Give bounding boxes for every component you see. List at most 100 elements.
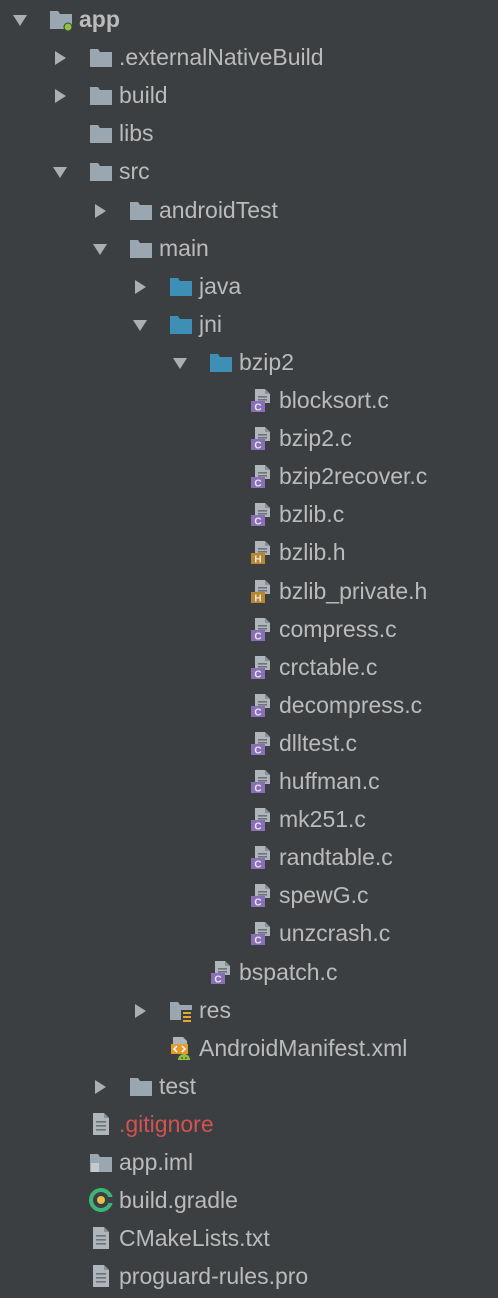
tree-row-bzip2-c[interactable]: Cbzip2.c xyxy=(0,419,498,457)
tree-row-huffman-c[interactable]: Chuffman.c xyxy=(0,762,498,800)
expand-arrow-right-icon[interactable] xyxy=(52,88,68,104)
c-file-icon: C xyxy=(248,844,274,870)
tree-row-unzcrash-c[interactable]: Cunzcrash.c xyxy=(0,914,498,952)
svg-text:C: C xyxy=(254,898,261,909)
tree-row-cmakelists[interactable]: CMakeLists.txt xyxy=(0,1219,498,1257)
tree-row-decompress-c[interactable]: Cdecompress.c xyxy=(0,686,498,724)
c-file-icon: C xyxy=(248,692,274,718)
tree-row-blocksort-c[interactable]: Cblocksort.c xyxy=(0,381,498,419)
tree-item-label: bspatch.c xyxy=(239,958,338,985)
gradle-icon xyxy=(88,1187,114,1213)
expand-arrow-down-icon[interactable] xyxy=(52,164,68,180)
folder-icon xyxy=(128,197,154,223)
tree-row-build[interactable]: build xyxy=(0,76,498,114)
folder-icon xyxy=(88,120,114,146)
svg-text:C: C xyxy=(254,517,261,528)
folder-icon xyxy=(128,1073,154,1099)
tree-row-src[interactable]: src xyxy=(0,152,498,190)
tree-row-test[interactable]: test xyxy=(0,1067,498,1105)
tree-item-label: src xyxy=(119,158,150,185)
tree-row-bspatch-c[interactable]: Cbspatch.c xyxy=(0,953,498,991)
source-folder-icon xyxy=(168,311,194,337)
tree-row-app-iml[interactable]: app.iml xyxy=(0,1143,498,1181)
svg-text:C: C xyxy=(254,479,261,490)
tree-row-compress-c[interactable]: Ccompress.c xyxy=(0,610,498,648)
tree-row-mk251-c[interactable]: Cmk251.c xyxy=(0,800,498,838)
tree-row-gitignore[interactable]: .gitignore xyxy=(0,1105,498,1143)
iml-file-icon xyxy=(88,1149,114,1175)
tree-row-bzip2[interactable]: bzip2 xyxy=(0,343,498,381)
tree-row-externalnativebuild[interactable]: .externalNativeBuild xyxy=(0,38,498,76)
expand-arrow-down-icon[interactable] xyxy=(92,241,108,257)
tree-row-app[interactable]: app xyxy=(0,0,498,38)
tree-item-label: bzip2 xyxy=(239,348,294,375)
expand-arrow-right-icon[interactable] xyxy=(132,279,148,295)
expand-arrow-right-icon[interactable] xyxy=(92,1079,108,1095)
tree-row-java[interactable]: java xyxy=(0,267,498,305)
tree-item-label: .externalNativeBuild xyxy=(119,44,324,71)
tree-row-libs[interactable]: libs xyxy=(0,114,498,152)
c-file-icon: C xyxy=(248,768,274,794)
svg-text:C: C xyxy=(254,403,261,414)
c-file-icon: C xyxy=(248,387,274,413)
folder-icon xyxy=(128,235,154,261)
tree-item-label: mk251.c xyxy=(279,806,366,833)
c-file-icon: C xyxy=(208,959,234,985)
expand-arrow-right-icon[interactable] xyxy=(132,1003,148,1019)
svg-text:C: C xyxy=(254,745,261,756)
expand-arrow-down-icon[interactable] xyxy=(12,12,28,28)
svg-text:C: C xyxy=(254,784,261,795)
tree-item-label: main xyxy=(159,234,209,261)
tree-row-crctable-c[interactable]: Ccrctable.c xyxy=(0,648,498,686)
tree-row-bzlib-private-h[interactable]: Hbzlib_private.h xyxy=(0,572,498,610)
tree-row-jni[interactable]: jni xyxy=(0,305,498,343)
tree-item-label: res xyxy=(199,996,231,1023)
expand-arrow-right-icon[interactable] xyxy=(52,50,68,66)
tree-item-label: bzlib_private.h xyxy=(279,577,428,604)
tree-item-label: app.iml xyxy=(119,1149,194,1175)
tree-row-android-manifest[interactable]: AndroidManifest.xml xyxy=(0,1029,498,1067)
tree-row-main[interactable]: main xyxy=(0,229,498,267)
c-file-icon: C xyxy=(248,806,274,832)
tree-row-spewg-c[interactable]: CspewG.c xyxy=(0,876,498,914)
tree-item-label: blocksort.c xyxy=(279,387,389,413)
tree-item-label: huffman.c xyxy=(279,768,380,794)
source-folder-icon xyxy=(208,349,234,375)
text-file-icon xyxy=(88,1111,114,1137)
tree-row-bzlib-c[interactable]: Cbzlib.c xyxy=(0,495,498,533)
tree-item-label: .gitignore xyxy=(119,1110,214,1137)
tree-row-androidtest[interactable]: androidTest xyxy=(0,191,498,229)
c-file-icon: C xyxy=(248,425,274,451)
svg-text:C: C xyxy=(254,860,261,871)
expand-arrow-down-icon[interactable] xyxy=(132,317,148,333)
svg-text:C: C xyxy=(254,441,261,452)
tree-item-label: java xyxy=(199,272,242,299)
tree-item-label: compress.c xyxy=(279,615,397,642)
tree-row-bzip2recover-c[interactable]: Cbzip2recover.c xyxy=(0,457,498,495)
folder-icon xyxy=(88,158,114,184)
tree-row-dlltest-c[interactable]: Cdlltest.c xyxy=(0,724,498,762)
c-file-icon: C xyxy=(248,616,274,642)
tree-item-label: AndroidManifest.xml xyxy=(199,1034,408,1061)
tree-item-label: bzip2.c xyxy=(279,425,352,452)
tree-row-proguard[interactable]: proguard-rules.pro xyxy=(0,1257,498,1295)
c-file-icon: C xyxy=(248,882,274,908)
project-tree: app .externalNativeBuild build libs src andro… xyxy=(0,0,498,1298)
tree-row-randtable-c[interactable]: Crandtable.c xyxy=(0,838,498,876)
tree-item-label: CMakeLists.txt xyxy=(119,1225,270,1252)
tree-item-label: spewG.c xyxy=(279,882,369,909)
tree-row-build-gradle[interactable]: build.gradle xyxy=(0,1181,498,1219)
expand-arrow-down-icon[interactable] xyxy=(172,355,188,371)
tree-item-label: bzlib.c xyxy=(279,501,345,528)
tree-item-label: androidTest xyxy=(159,196,278,223)
svg-text:C: C xyxy=(214,974,221,985)
h-file-icon: H xyxy=(248,578,274,604)
svg-text:H: H xyxy=(254,555,261,566)
tree-row-res[interactable]: res xyxy=(0,991,498,1029)
tree-item-label: crctable.c xyxy=(279,653,378,680)
tree-row-bzlib-h[interactable]: Hbzlib.h xyxy=(0,533,498,571)
expand-arrow-right-icon[interactable] xyxy=(92,203,108,219)
text-file-icon xyxy=(88,1263,114,1289)
c-file-icon: C xyxy=(248,730,274,756)
tree-item-label: proguard-rules.pro xyxy=(119,1263,309,1290)
